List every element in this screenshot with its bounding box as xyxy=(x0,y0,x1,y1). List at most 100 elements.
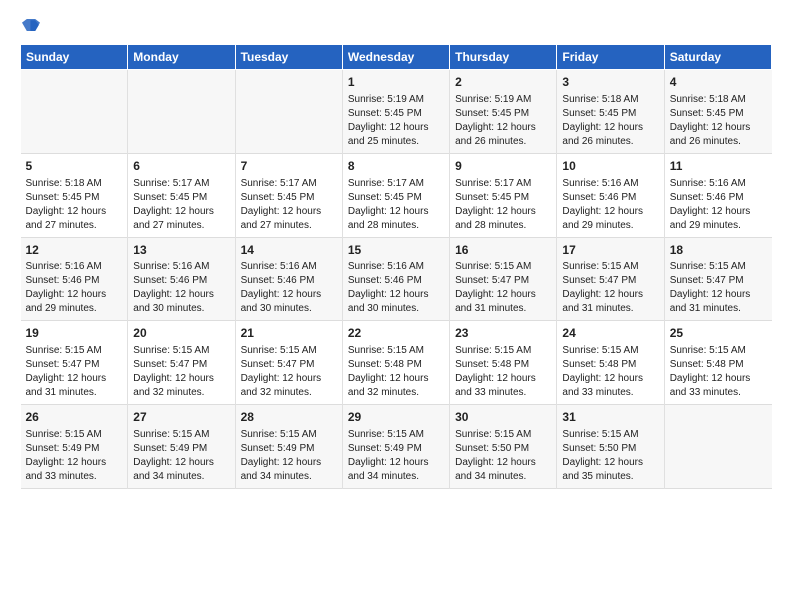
cell-info-line: Sunrise: 5:15 AM xyxy=(26,428,123,442)
day-number: 7 xyxy=(241,158,337,175)
cell-info-line: Sunrise: 5:15 AM xyxy=(241,428,337,442)
col-header-thursday: Thursday xyxy=(450,45,557,70)
cell-info-line: Sunrise: 5:15 AM xyxy=(670,344,767,358)
cell-info-line: Daylight: 12 hours and 33 minutes. xyxy=(26,456,123,484)
cell-info-line: Sunset: 5:48 PM xyxy=(562,358,658,372)
day-number: 13 xyxy=(133,242,229,259)
day-number: 8 xyxy=(348,158,444,175)
day-number: 18 xyxy=(670,242,767,259)
col-header-wednesday: Wednesday xyxy=(342,45,449,70)
cell-info-line: Sunrise: 5:15 AM xyxy=(133,344,229,358)
cell-info-line: Sunrise: 5:17 AM xyxy=(241,177,337,191)
cell-info-line: Daylight: 12 hours and 28 minutes. xyxy=(348,205,444,233)
cell-info-line: Daylight: 12 hours and 31 minutes. xyxy=(562,288,658,316)
day-number: 28 xyxy=(241,409,337,426)
cell-info-line: Daylight: 12 hours and 26 minutes. xyxy=(562,121,658,149)
cell-info-line: Sunrise: 5:18 AM xyxy=(26,177,123,191)
cell-info-line: Daylight: 12 hours and 33 minutes. xyxy=(670,372,767,400)
calendar-cell: 13Sunrise: 5:16 AMSunset: 5:46 PMDayligh… xyxy=(128,237,235,321)
cell-info-line: Sunset: 5:48 PM xyxy=(455,358,551,372)
day-number: 5 xyxy=(26,158,123,175)
cell-info-line: Sunset: 5:49 PM xyxy=(26,442,123,456)
cell-info-line: Daylight: 12 hours and 32 minutes. xyxy=(133,372,229,400)
day-number: 27 xyxy=(133,409,229,426)
cell-info-line: Sunrise: 5:18 AM xyxy=(562,93,658,107)
day-number: 24 xyxy=(562,325,658,342)
cell-info-line: Sunset: 5:47 PM xyxy=(26,358,123,372)
logo xyxy=(20,16,40,34)
cell-info-line: Sunset: 5:49 PM xyxy=(133,442,229,456)
cell-info-line: Sunset: 5:46 PM xyxy=(670,191,767,205)
week-row-1: 1Sunrise: 5:19 AMSunset: 5:45 PMDaylight… xyxy=(21,70,772,154)
calendar-cell: 22Sunrise: 5:15 AMSunset: 5:48 PMDayligh… xyxy=(342,321,449,405)
calendar-cell: 1Sunrise: 5:19 AMSunset: 5:45 PMDaylight… xyxy=(342,70,449,154)
cell-info-line: Daylight: 12 hours and 31 minutes. xyxy=(455,288,551,316)
cell-info-line: Sunrise: 5:16 AM xyxy=(670,177,767,191)
calendar-cell: 2Sunrise: 5:19 AMSunset: 5:45 PMDaylight… xyxy=(450,70,557,154)
cell-info-line: Sunrise: 5:15 AM xyxy=(348,428,444,442)
cell-info-line: Sunset: 5:49 PM xyxy=(348,442,444,456)
cell-info-line: Sunset: 5:49 PM xyxy=(241,442,337,456)
cell-info-line: Sunset: 5:45 PM xyxy=(455,191,551,205)
cell-info-line: Sunrise: 5:19 AM xyxy=(455,93,551,107)
day-number: 22 xyxy=(348,325,444,342)
day-number: 23 xyxy=(455,325,551,342)
cell-info-line: Daylight: 12 hours and 27 minutes. xyxy=(26,205,123,233)
cell-info-line: Sunset: 5:45 PM xyxy=(348,191,444,205)
cell-info-line: Sunrise: 5:16 AM xyxy=(562,177,658,191)
cell-info-line: Daylight: 12 hours and 29 minutes. xyxy=(26,288,123,316)
week-row-5: 26Sunrise: 5:15 AMSunset: 5:49 PMDayligh… xyxy=(21,405,772,489)
calendar-cell xyxy=(128,70,235,154)
cell-info-line: Sunrise: 5:15 AM xyxy=(455,344,551,358)
day-number: 29 xyxy=(348,409,444,426)
cell-info-line: Sunset: 5:48 PM xyxy=(348,358,444,372)
cell-info-line: Sunrise: 5:16 AM xyxy=(26,260,123,274)
col-header-friday: Friday xyxy=(557,45,664,70)
cell-info-line: Sunrise: 5:15 AM xyxy=(26,344,123,358)
calendar-cell: 6Sunrise: 5:17 AMSunset: 5:45 PMDaylight… xyxy=(128,153,235,237)
logo-icon xyxy=(22,16,40,34)
cell-info-line: Sunrise: 5:19 AM xyxy=(348,93,444,107)
cell-info-line: Sunset: 5:47 PM xyxy=(562,274,658,288)
calendar-cell: 18Sunrise: 5:15 AMSunset: 5:47 PMDayligh… xyxy=(664,237,771,321)
day-number: 21 xyxy=(241,325,337,342)
calendar-cell: 30Sunrise: 5:15 AMSunset: 5:50 PMDayligh… xyxy=(450,405,557,489)
day-number: 15 xyxy=(348,242,444,259)
cell-info-line: Daylight: 12 hours and 31 minutes. xyxy=(670,288,767,316)
cell-info-line: Sunrise: 5:15 AM xyxy=(562,260,658,274)
cell-info-line: Daylight: 12 hours and 34 minutes. xyxy=(348,456,444,484)
cell-info-line: Daylight: 12 hours and 34 minutes. xyxy=(133,456,229,484)
cell-info-line: Daylight: 12 hours and 32 minutes. xyxy=(241,372,337,400)
cell-info-line: Daylight: 12 hours and 33 minutes. xyxy=(455,372,551,400)
cell-info-line: Sunset: 5:47 PM xyxy=(241,358,337,372)
cell-info-line: Daylight: 12 hours and 31 minutes. xyxy=(26,372,123,400)
cell-info-line: Sunset: 5:46 PM xyxy=(348,274,444,288)
cell-info-line: Sunset: 5:50 PM xyxy=(455,442,551,456)
cell-info-line: Daylight: 12 hours and 27 minutes. xyxy=(241,205,337,233)
col-header-monday: Monday xyxy=(128,45,235,70)
day-number: 26 xyxy=(26,409,123,426)
day-number: 16 xyxy=(455,242,551,259)
cell-info-line: Sunrise: 5:16 AM xyxy=(348,260,444,274)
cell-info-line: Sunrise: 5:16 AM xyxy=(133,260,229,274)
cell-info-line: Sunset: 5:45 PM xyxy=(562,107,658,121)
cell-info-line: Sunset: 5:46 PM xyxy=(26,274,123,288)
day-number: 25 xyxy=(670,325,767,342)
cell-info-line: Sunset: 5:45 PM xyxy=(348,107,444,121)
day-number: 30 xyxy=(455,409,551,426)
calendar-cell: 10Sunrise: 5:16 AMSunset: 5:46 PMDayligh… xyxy=(557,153,664,237)
cell-info-line: Daylight: 12 hours and 30 minutes. xyxy=(348,288,444,316)
cell-info-line: Sunset: 5:45 PM xyxy=(133,191,229,205)
cell-info-line: Sunrise: 5:15 AM xyxy=(455,260,551,274)
cell-info-line: Daylight: 12 hours and 30 minutes. xyxy=(241,288,337,316)
cell-info-line: Sunset: 5:46 PM xyxy=(133,274,229,288)
day-number: 20 xyxy=(133,325,229,342)
cell-info-line: Daylight: 12 hours and 34 minutes. xyxy=(455,456,551,484)
cell-info-line: Sunrise: 5:15 AM xyxy=(562,344,658,358)
header xyxy=(20,16,772,34)
calendar-cell: 29 Sunrise: 5:15 AMSunset: 5:49 PMDayligh… xyxy=(342,405,449,489)
cell-info-line: Daylight: 12 hours and 29 minutes. xyxy=(562,205,658,233)
calendar-cell: 27Sunrise: 5:15 AMSunset: 5:49 PMDayligh… xyxy=(128,405,235,489)
cell-info-line: Sunset: 5:47 PM xyxy=(455,274,551,288)
day-number: 31 xyxy=(562,409,658,426)
